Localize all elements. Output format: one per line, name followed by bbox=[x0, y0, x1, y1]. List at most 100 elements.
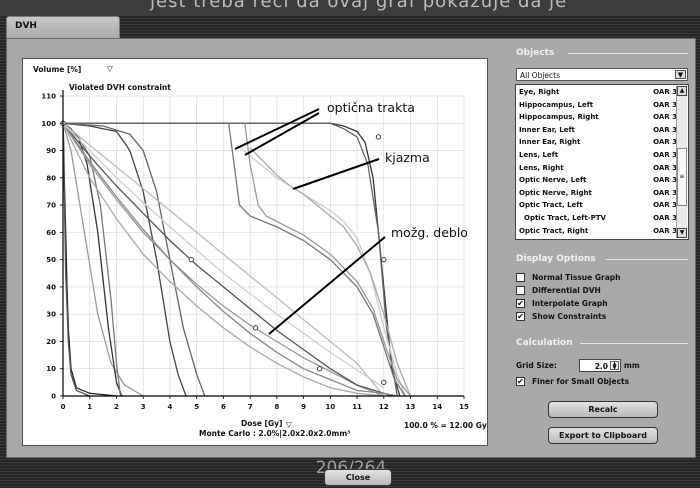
dvh-curve-14 bbox=[236, 144, 406, 397]
check-icon[interactable]: ✔ bbox=[516, 312, 525, 321]
annotation-opticna-trakta: optična trakta bbox=[327, 100, 415, 115]
list-item[interactable]: Optic Tract, Right OAR 3 bbox=[519, 227, 677, 239]
object-type: OAR 3 bbox=[653, 176, 677, 185]
spinner-icon[interactable]: ▲ ▼ bbox=[610, 361, 619, 371]
y-tick-label: 90 bbox=[46, 147, 56, 155]
object-type: OAR 3 bbox=[653, 113, 677, 122]
constraint-marker-4 bbox=[381, 256, 387, 263]
object-name: Inner Ear, Left bbox=[519, 125, 575, 134]
object-name: Hippocampus, Left bbox=[519, 100, 594, 109]
x-axis-dropdown-icon[interactable]: ▽ bbox=[286, 420, 292, 429]
arrow-down-icon[interactable]: ▼ bbox=[677, 228, 687, 238]
check-icon[interactable] bbox=[516, 273, 525, 282]
x-tick-label: 11 bbox=[352, 403, 362, 411]
x-tick-label: 6 bbox=[221, 403, 226, 411]
y-tick-label: 10 bbox=[46, 365, 56, 373]
grid-size-label: Grid Size: bbox=[516, 361, 557, 370]
display-option-label: Show Constraints bbox=[532, 312, 607, 321]
display-option-label: Interpolate Graph bbox=[532, 299, 608, 308]
x-tick-label: 12 bbox=[379, 403, 389, 411]
object-type: OAR 3 bbox=[653, 100, 677, 109]
dvh-chart: 0 1 2 3 4 5 6 7 8 9 10 11 12 13 14 15 0 10 20 30 40 50 60 70 80 9… bbox=[22, 58, 488, 446]
objects-filter-select[interactable]: All Objects ▼ bbox=[516, 68, 688, 81]
object-name: Hippocampus, Right bbox=[519, 113, 599, 122]
annotation-mozg-deblo: možg. deblo bbox=[391, 225, 468, 240]
chart-footer: Monte Carlo : 2.0%|2.0x2.0x2.0mm³ bbox=[199, 429, 350, 439]
list-item[interactable]: Optic Nerve, Left OAR 3 bbox=[519, 176, 677, 188]
x-tick-label: 15 bbox=[459, 403, 469, 411]
close-button[interactable]: Close bbox=[324, 469, 392, 486]
grid-size-input[interactable]: 2.0 ▲ ▼ bbox=[579, 359, 621, 372]
y-tick-label: 110 bbox=[41, 93, 56, 101]
object-type: OAR 3 bbox=[653, 226, 677, 235]
y-tick-label: 80 bbox=[46, 174, 56, 182]
check-icon[interactable] bbox=[516, 286, 525, 295]
chevron-down-icon[interactable]: ▼ bbox=[675, 70, 686, 79]
object-type: OAR 3 bbox=[653, 188, 677, 197]
x-tick-label: 7 bbox=[248, 403, 253, 411]
objects-list[interactable]: Eye, Right OAR 3 Hippocampus, Left OAR 3 Hip… bbox=[515, 84, 689, 240]
x-tick-label: 5 bbox=[194, 403, 199, 411]
y-tick-label: 70 bbox=[46, 202, 56, 210]
constraint-marker-3 bbox=[316, 366, 323, 372]
list-item[interactable]: Hippocampus, Right OAR 3 bbox=[519, 113, 677, 125]
constraint-marker-2 bbox=[252, 325, 259, 331]
object-type: OAR 3 bbox=[653, 201, 677, 210]
display-options-title: Display Options bbox=[516, 254, 596, 264]
x-tick-label: 0 bbox=[61, 403, 66, 411]
y-tick-label: 20 bbox=[46, 338, 56, 346]
list-item[interactable]: Hippocampus, Left OAR 3 bbox=[519, 101, 677, 113]
x-tick-label: 14 bbox=[432, 403, 442, 411]
y-axis-dropdown-icon[interactable]: ▽ bbox=[107, 64, 113, 73]
calculation-title: Calculation bbox=[516, 338, 573, 348]
display-option-label: Normal Tissue Graph bbox=[532, 273, 621, 282]
scrollbar-thumb[interactable]: ≡ bbox=[677, 148, 687, 206]
list-item[interactable]: Inner Ear, Left OAR 3 bbox=[519, 126, 677, 138]
finer-label: Finer for Small Objects bbox=[532, 377, 630, 386]
objects-scrollbar[interactable]: ▲ ≡ ▼ bbox=[676, 86, 687, 238]
list-item[interactable]: Optic Tract, Left OAR 3 bbox=[519, 201, 677, 213]
list-item[interactable]: Lens, Right OAR 3 bbox=[519, 164, 677, 176]
list-item[interactable]: Inner Ear, Right OAR 3 bbox=[519, 138, 677, 150]
recalc-button[interactable]: Recalc bbox=[548, 401, 658, 418]
x-tick-label: 10 bbox=[325, 403, 335, 411]
check-icon[interactable]: ✔ bbox=[516, 299, 525, 308]
banner-text: jest treba reći da ovaj graf pokazuje da… bbox=[150, 0, 568, 12]
y-tick-label: 50 bbox=[46, 256, 56, 264]
object-name: Inner Ear, Right bbox=[519, 138, 581, 147]
annotation-kjazma: kjazma bbox=[385, 150, 430, 165]
divider bbox=[568, 53, 688, 54]
slide-banner: jest treba reći da ovaj graf pokazuje da… bbox=[0, 0, 700, 16]
list-item[interactable]: Optic Tract, Left-PTV OAR 3 bbox=[519, 214, 677, 226]
object-name: Optic Tract, Left bbox=[519, 201, 583, 210]
object-name: Lens, Right bbox=[519, 163, 564, 172]
list-item[interactable]: Lens, Left OAR 3 bbox=[519, 151, 677, 163]
divider bbox=[606, 259, 688, 260]
object-name: Optic Tract, Left-PTV bbox=[524, 214, 606, 222]
object-type: OAR 3 bbox=[653, 163, 677, 172]
constraint-marker-6 bbox=[381, 379, 387, 386]
object-name: Optic Nerve, Left bbox=[519, 176, 587, 185]
list-item[interactable]: Optic Nerve, Right OAR 3 bbox=[519, 189, 677, 201]
object-type: OAR 3 bbox=[653, 214, 677, 222]
scale-note: 100.0 % = 12.00 Gy bbox=[404, 421, 487, 430]
list-item[interactable]: Eye, Right OAR 3 bbox=[519, 88, 677, 100]
arrow-up-icon[interactable]: ▲ bbox=[677, 86, 687, 96]
check-icon[interactable]: ✔ bbox=[516, 377, 525, 386]
export-to-clipboard-button[interactable]: Export to Clipboard bbox=[548, 427, 658, 444]
x-tick-label: 2 bbox=[114, 403, 119, 411]
object-type: OAR 3 bbox=[653, 138, 677, 147]
dvh-chart-svg: 0 1 2 3 4 5 6 7 8 9 10 11 12 13 14 15010203040506070809… bbox=[33, 64, 487, 439]
y-tick-label: 30 bbox=[46, 311, 56, 319]
object-name: Lens, Left bbox=[519, 151, 559, 159]
objects-title: Objects bbox=[516, 48, 555, 58]
y-axis-label: Volume [%] bbox=[33, 65, 81, 74]
tab-dvh[interactable]: DVH bbox=[6, 16, 120, 38]
y-tick-label: 0 bbox=[51, 393, 56, 401]
divider bbox=[580, 343, 688, 344]
objects-filter-value: All Objects bbox=[520, 71, 561, 80]
x-axis-label: Dose [Gy] bbox=[241, 419, 282, 428]
x-tick-label: 9 bbox=[301, 403, 306, 411]
x-tick-label: 13 bbox=[406, 403, 416, 411]
constraint-marker-1 bbox=[188, 256, 194, 263]
